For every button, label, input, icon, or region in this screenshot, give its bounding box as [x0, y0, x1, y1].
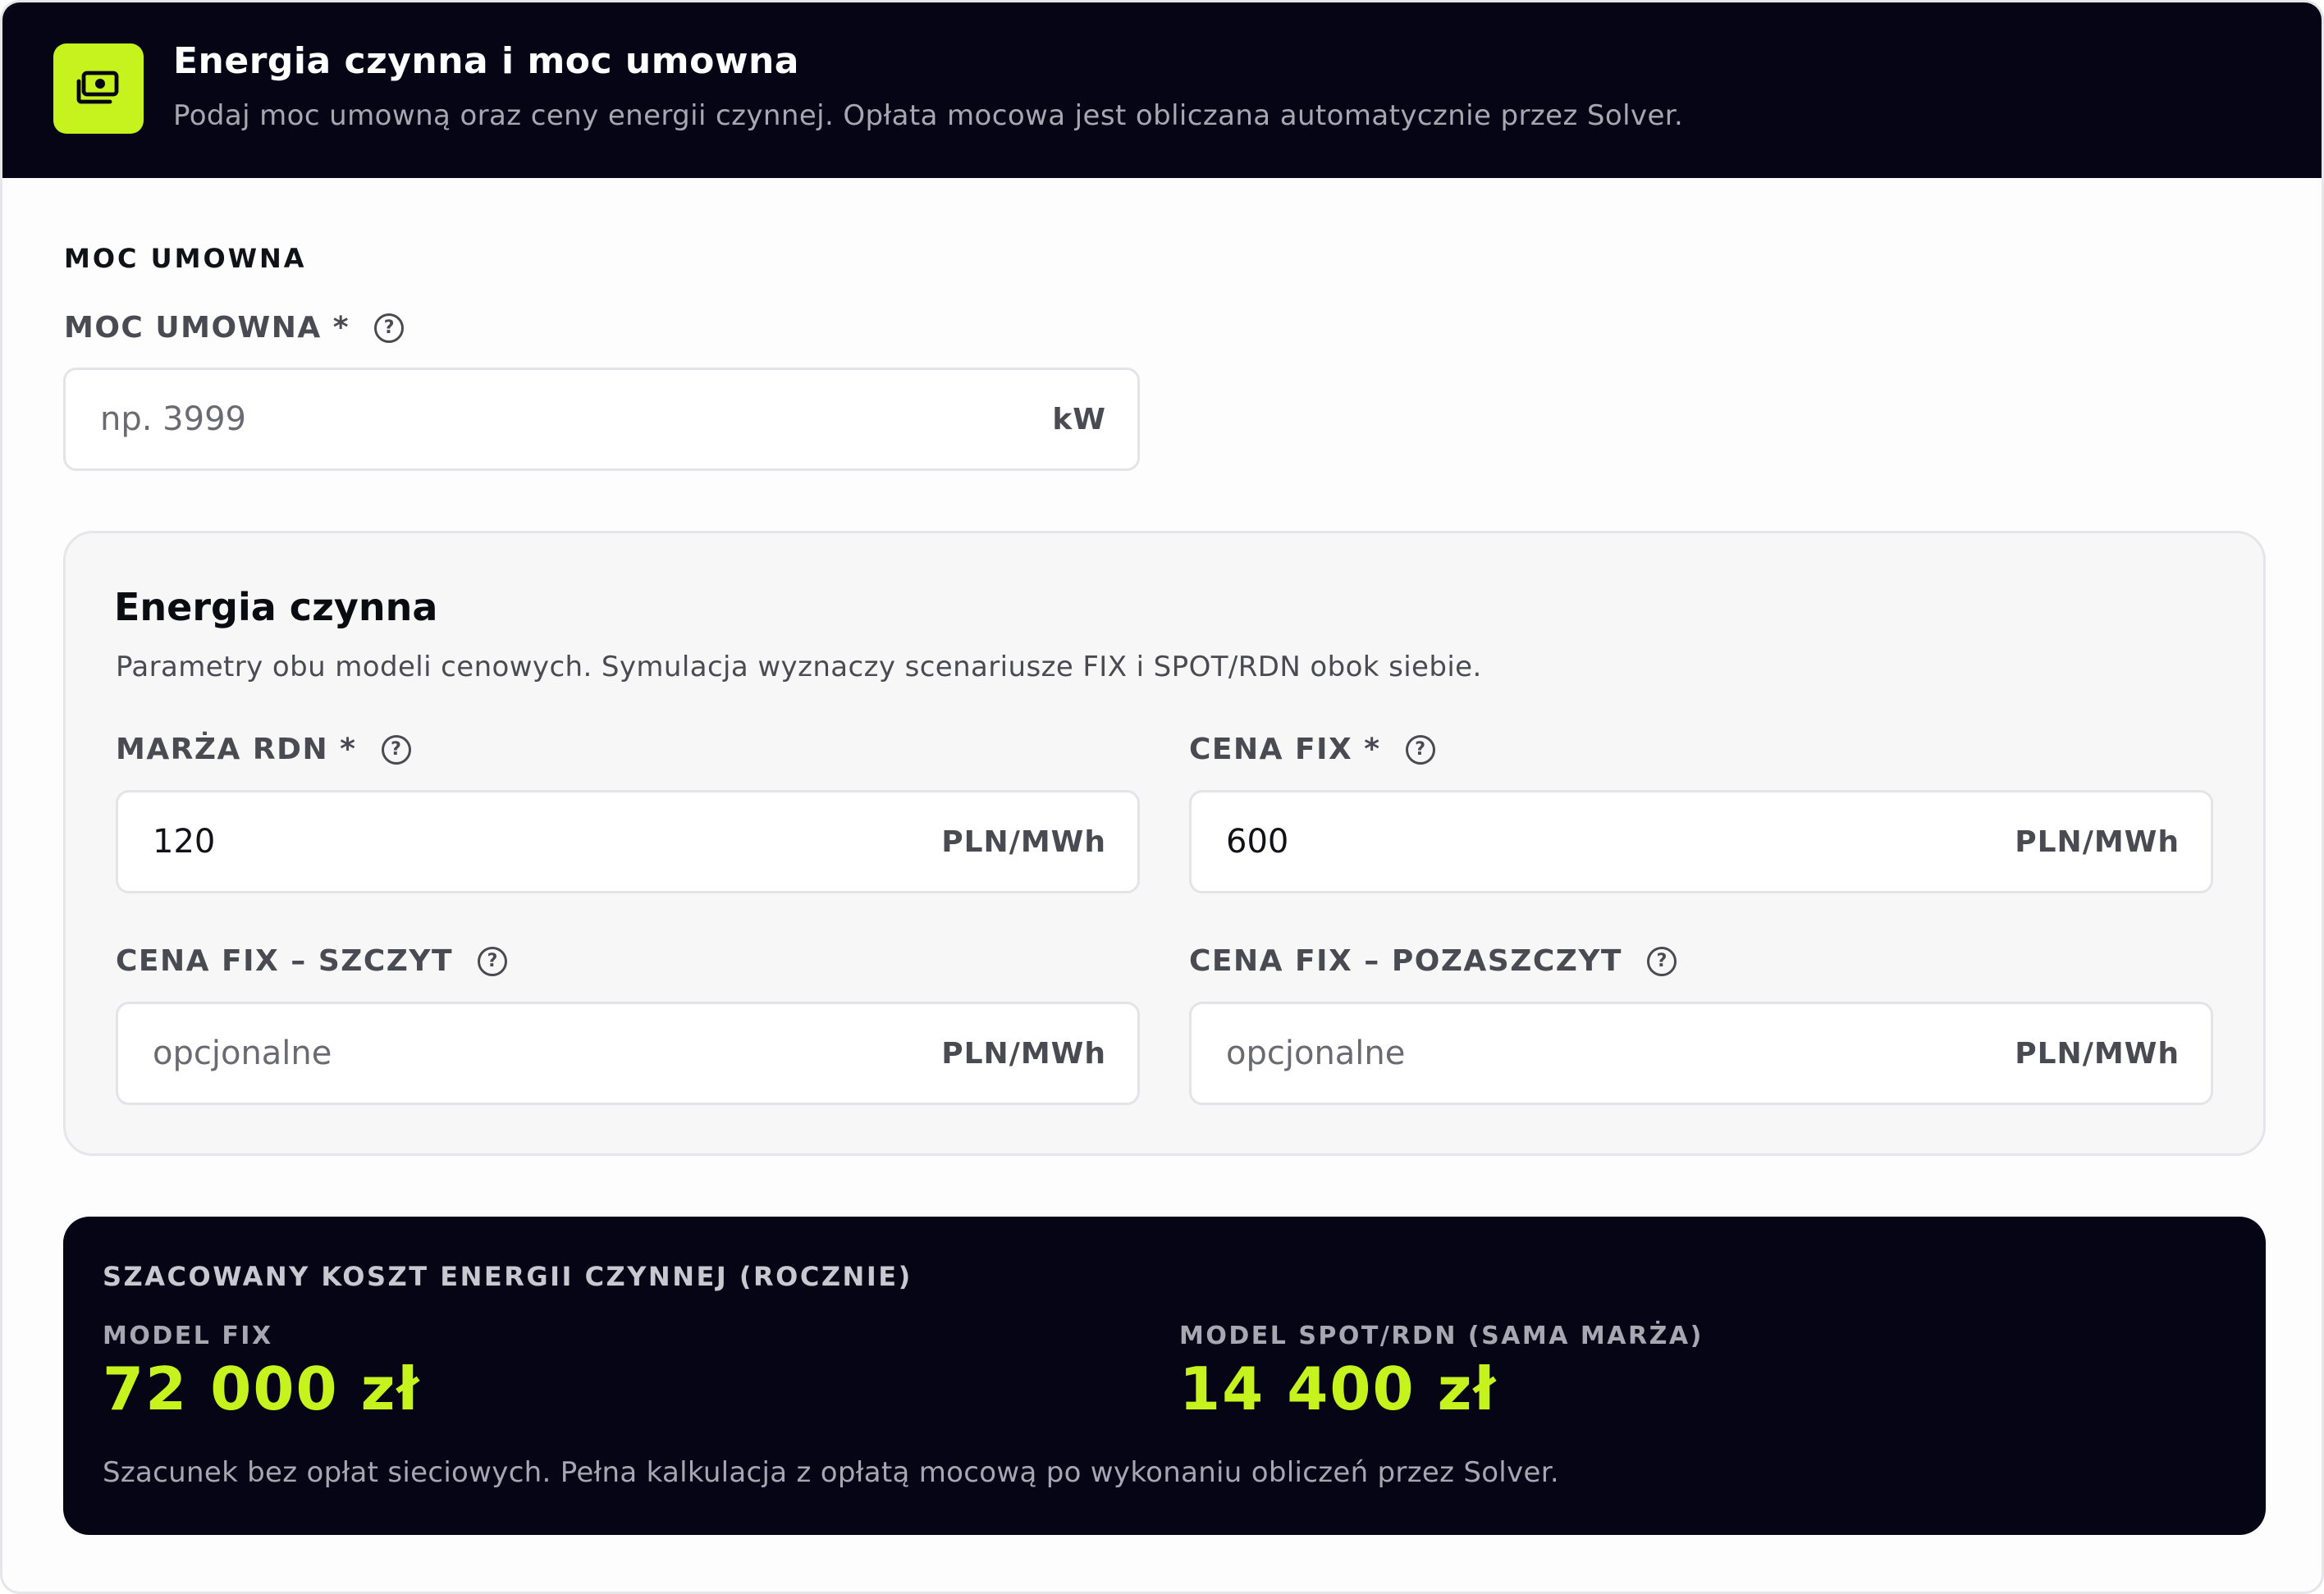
unit-label: PLN/MWh	[941, 824, 1106, 859]
cena-fix-pozaszczyt-input-box: PLN/MWh	[1189, 1002, 2213, 1105]
marza-rdn-input-box: PLN/MWh	[116, 790, 1140, 893]
cena-fix-input-box: PLN/MWh	[1189, 790, 2213, 893]
unit-label: PLN/MWh	[2015, 1036, 2180, 1071]
card-title: Energia czynna i moc umowna	[173, 40, 799, 82]
moc-umowna-input[interactable]	[100, 370, 851, 468]
card-header: Energia czynna i moc umowna Podaj moc um…	[2, 2, 2322, 178]
field-label-marza-rdn: MARŻA RDN * ?	[116, 733, 411, 766]
unit-label: PLN/MWh	[2015, 824, 2180, 859]
model-fix-label: MODEL FIX	[103, 1322, 273, 1350]
field-label-moc-umowna: MOC UMOWNA * ?	[64, 311, 405, 345]
summary-note: Szacunek bez opłat sieciowych. Pełna kal…	[103, 1456, 1559, 1489]
model-spot-value: 14 400 zł	[1179, 1354, 1498, 1423]
field-label-cena-fix-pozaszczyt: CENA FIX – POZASZCZYT ?	[1189, 944, 1677, 978]
card-subtitle: Podaj moc umowną oraz ceny energii czynn…	[173, 99, 1684, 132]
model-fix-value: 72 000 zł	[103, 1354, 421, 1423]
help-icon[interactable]: ?	[1646, 946, 1677, 976]
cena-fix-input[interactable]	[1226, 792, 1940, 891]
cena-fix-pozaszczyt-input[interactable]	[1226, 1004, 1940, 1103]
energy-card: Energia czynna i moc umowna Podaj moc um…	[0, 0, 2324, 1594]
panel-description: Parametry obu modeli cenowych. Symulacja…	[116, 651, 1482, 683]
cena-fix-szczyt-input[interactable]	[153, 1004, 867, 1103]
help-icon[interactable]: ?	[381, 734, 411, 765]
help-icon[interactable]: ?	[478, 946, 508, 976]
field-label-text: MARŻA RDN *	[116, 733, 357, 766]
summary-title: SZACOWANY KOSZT ENERGII CZYNNEJ (ROCZNIE…	[103, 1261, 913, 1292]
help-icon[interactable]: ?	[374, 313, 405, 343]
moc-umowna-input-box: kW	[63, 368, 1140, 471]
help-icon[interactable]: ?	[1405, 734, 1435, 765]
field-label-cena-fix-szczyt: CENA FIX – SZCZYT ?	[116, 944, 508, 978]
field-label-text: CENA FIX – POZASZCZYT	[1189, 944, 1622, 978]
field-label-cena-fix: CENA FIX * ?	[1189, 733, 1435, 766]
model-spot-label: MODEL SPOT/RDN (SAMA MARŻA)	[1179, 1322, 1704, 1350]
section-title-moc-umowna: MOC UMOWNA	[64, 243, 307, 274]
cena-fix-szczyt-input-box: PLN/MWh	[116, 1002, 1140, 1105]
unit-label: kW	[1052, 402, 1106, 436]
field-label-text: CENA FIX *	[1189, 733, 1381, 766]
marza-rdn-input[interactable]	[153, 792, 867, 891]
banknote-icon	[53, 43, 144, 134]
unit-label: PLN/MWh	[941, 1036, 1106, 1071]
field-label-text: MOC UMOWNA *	[64, 311, 350, 345]
panel-title: Energia czynna	[114, 585, 438, 629]
field-label-text: CENA FIX – SZCZYT	[116, 944, 454, 978]
